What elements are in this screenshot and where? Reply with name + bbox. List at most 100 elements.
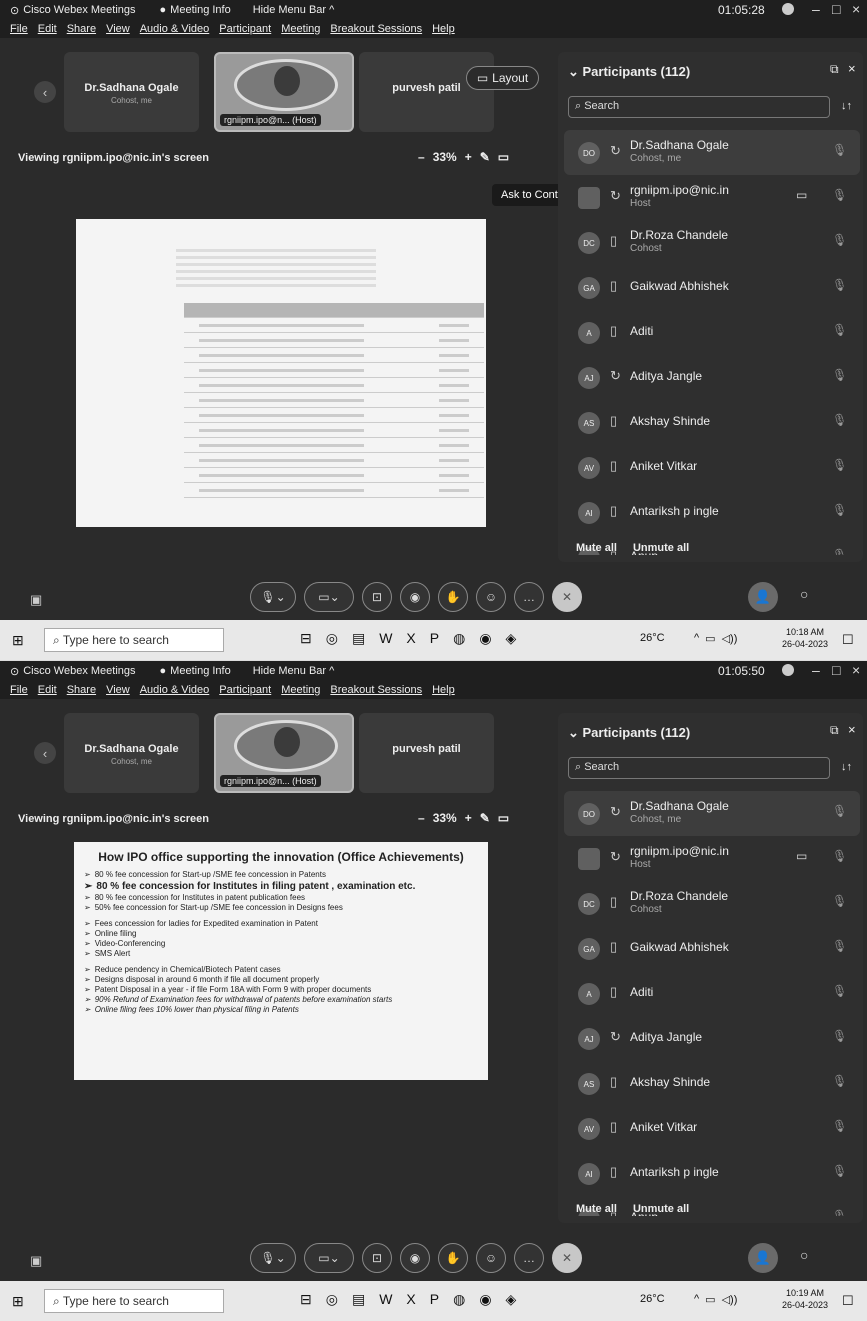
chevron-up-icon[interactable]: ^ — [694, 632, 699, 645]
menu-item-audio-video[interactable]: Audio & Video — [140, 23, 210, 35]
share-options-icon[interactable]: ▭ — [498, 811, 509, 825]
volume-icon[interactable]: ◁)) — [722, 1293, 738, 1306]
participants-header[interactable]: ⌄ Participants (112) — [568, 725, 690, 741]
microphone-muted-icon[interactable]: 🎙 — [832, 233, 847, 247]
participant-row[interactable]: AJ ↻ Aditya Jangle 🎙 — [564, 355, 860, 400]
video-tile-sadhana[interactable]: Dr.Sadhana Ogale Cohost, me — [64, 713, 199, 793]
prev-page-button[interactable]: ‹ — [34, 81, 56, 103]
unmute-all-button[interactable]: Unmute all — [633, 1203, 689, 1215]
participant-row[interactable]: DC ▯ Dr.Roza Chandele Cohost 🎙 — [564, 220, 860, 265]
mute-button[interactable]: 🎙⌄ — [250, 582, 296, 612]
unmute-all-button[interactable]: Unmute all — [633, 542, 689, 554]
participant-row[interactable]: AV ▯ Aniket Vitkar 🎙 — [564, 1106, 860, 1151]
more-options-button[interactable]: … — [514, 1243, 544, 1273]
task-view-icon[interactable]: ⊟ — [300, 630, 312, 647]
close-panel-icon[interactable]: × — [848, 722, 856, 737]
chat-icon[interactable]: ○ — [800, 586, 808, 602]
chevron-up-icon[interactable]: ^ — [694, 1293, 699, 1306]
participant-row[interactable]: GA ▯ Gaikwad Abhishek 🎙 — [564, 926, 860, 971]
taskbar-clock[interactable]: 10:19 AM 26-04-2023 — [782, 1287, 828, 1311]
chrome-icon[interactable]: ◉ — [479, 630, 491, 647]
menu-item-audio-video[interactable]: Audio & Video — [140, 684, 210, 696]
video-tile-host[interactable]: rgniipm.ipo@n... (Host) — [214, 52, 354, 132]
participant-row[interactable]: AS ▯ Akshay Shinde 🎙 — [564, 1061, 860, 1106]
mute-all-button[interactable]: Mute all — [576, 542, 617, 554]
weather-widget[interactable]: 26°C — [640, 1293, 665, 1305]
popout-icon[interactable]: ⧉ — [830, 723, 839, 738]
close-panel-icon[interactable]: × — [848, 61, 856, 76]
edge-icon[interactable]: ◎ — [326, 630, 338, 647]
participant-row[interactable]: AI ▯ Antariksh p ingle 🎙 — [564, 1151, 860, 1196]
more-options-button[interactable]: … — [514, 582, 544, 612]
menu-item-meeting[interactable]: Meeting — [281, 23, 320, 35]
layout-button[interactable]: ▭ Layout — [466, 66, 539, 90]
meeting-info-button[interactable]: ● Meeting Info — [160, 665, 231, 677]
participants-toggle-button[interactable]: 👤 — [748, 582, 778, 612]
windows-start-icon[interactable]: ⊞ — [12, 632, 24, 649]
taskbar-search-input[interactable]: ⌕ Type here to search — [44, 628, 224, 652]
menu-item-breakout-sessions[interactable]: Breakout Sessions — [330, 684, 422, 696]
taskbar-clock[interactable]: 10:18 AM 26-04-2023 — [782, 626, 828, 650]
microphone-muted-icon[interactable]: 🎙 — [832, 939, 847, 953]
task-view-icon[interactable]: ⊟ — [300, 1291, 312, 1308]
menu-item-help[interactable]: Help — [432, 684, 455, 696]
minimize-button[interactable]: – — [812, 662, 820, 678]
annotate-icon[interactable]: ✎ — [480, 150, 490, 164]
microphone-muted-icon[interactable]: 🎙 — [832, 413, 847, 427]
restore-button[interactable]: □ — [832, 662, 840, 678]
video-tile-purvesh[interactable]: purvesh patil — [359, 713, 494, 793]
volume-icon[interactable]: ◁)) — [722, 632, 738, 645]
menu-item-meeting[interactable]: Meeting — [281, 684, 320, 696]
close-button[interactable]: × — [852, 1, 860, 17]
popout-icon[interactable]: ⧉ — [830, 62, 839, 77]
windows-start-icon[interactable]: ⊞ — [12, 1293, 24, 1310]
video-tile-purvesh[interactable]: purvesh patil — [359, 52, 494, 132]
microphone-muted-icon[interactable]: 🎙 — [832, 503, 847, 517]
annotate-icon[interactable]: ✎ — [480, 811, 490, 825]
share-options-icon[interactable]: ▭ — [498, 150, 509, 164]
participant-row[interactable]: AJ ↻ Aditya Jangle 🎙 — [564, 1016, 860, 1061]
app-icon[interactable]: ◍ — [453, 630, 465, 647]
menu-item-file[interactable]: File — [10, 23, 28, 35]
network-icon[interactable]: ▭ — [705, 632, 715, 645]
prev-page-button[interactable]: ‹ — [34, 742, 56, 764]
menu-item-file[interactable]: File — [10, 684, 28, 696]
microphone-muted-icon[interactable]: 🎙 — [832, 143, 847, 157]
close-button[interactable]: × — [852, 662, 860, 678]
sort-icon[interactable]: ↓↑ — [841, 100, 852, 112]
menu-item-participant[interactable]: Participant — [219, 684, 271, 696]
app-icon[interactable]: ◍ — [453, 1291, 465, 1308]
powerpoint-icon[interactable]: P — [430, 630, 439, 647]
microphone-muted-icon[interactable]: 🎙 — [832, 1029, 847, 1043]
minimize-button[interactable]: – — [812, 1, 820, 17]
video-button[interactable]: ▭⌄ — [304, 1243, 354, 1273]
menu-item-help[interactable]: Help — [432, 23, 455, 35]
excel-icon[interactable]: X — [406, 630, 415, 647]
participants-toggle-button[interactable]: 👤 — [748, 1243, 778, 1273]
participant-search-input[interactable]: ⌕ Search — [568, 96, 830, 118]
menu-item-share[interactable]: Share — [67, 684, 96, 696]
participant-row[interactable]: DO ↻ Dr.Sadhana Ogale Cohost, me 🎙 — [564, 791, 860, 836]
participants-header[interactable]: ⌄ Participants (112) — [568, 64, 690, 80]
microphone-muted-icon[interactable]: 🎙 — [832, 1119, 847, 1133]
microphone-muted-icon[interactable]: 🎙 — [832, 278, 847, 292]
file-explorer-icon[interactable]: ▤ — [352, 1291, 365, 1308]
record-button[interactable]: ◉ — [400, 582, 430, 612]
microphone-muted-icon[interactable]: 🎙 — [832, 984, 847, 998]
microphone-muted-icon[interactable]: 🎙 — [832, 548, 847, 555]
menu-item-view[interactable]: View — [106, 23, 130, 35]
participant-row[interactable]: A ▯ Aditi 🎙 — [564, 310, 860, 355]
participant-row[interactable]: AV ▯ Aniket Vitkar 🎙 — [564, 445, 860, 490]
chrome-icon[interactable]: ◉ — [479, 1291, 491, 1308]
menu-item-edit[interactable]: Edit — [38, 23, 57, 35]
participant-row[interactable]: AS ▯ Akshay Shinde 🎙 — [564, 400, 860, 445]
zoom-out-button[interactable]: – — [418, 811, 425, 825]
reactions-button[interactable]: ☺ — [476, 582, 506, 612]
meeting-info-button[interactable]: ● Meeting Info — [160, 4, 231, 16]
mute-all-button[interactable]: Mute all — [576, 1203, 617, 1215]
participant-row[interactable]: ↻ rgniipm.ipo@nic.in Host ▭ 🎙 — [564, 175, 860, 220]
captions-icon[interactable]: ▣ — [30, 592, 42, 608]
microphone-muted-icon[interactable]: 🎙 — [832, 323, 847, 337]
raise-hand-button[interactable]: ✋ — [438, 1243, 468, 1273]
zoom-out-button[interactable]: – — [418, 150, 425, 164]
